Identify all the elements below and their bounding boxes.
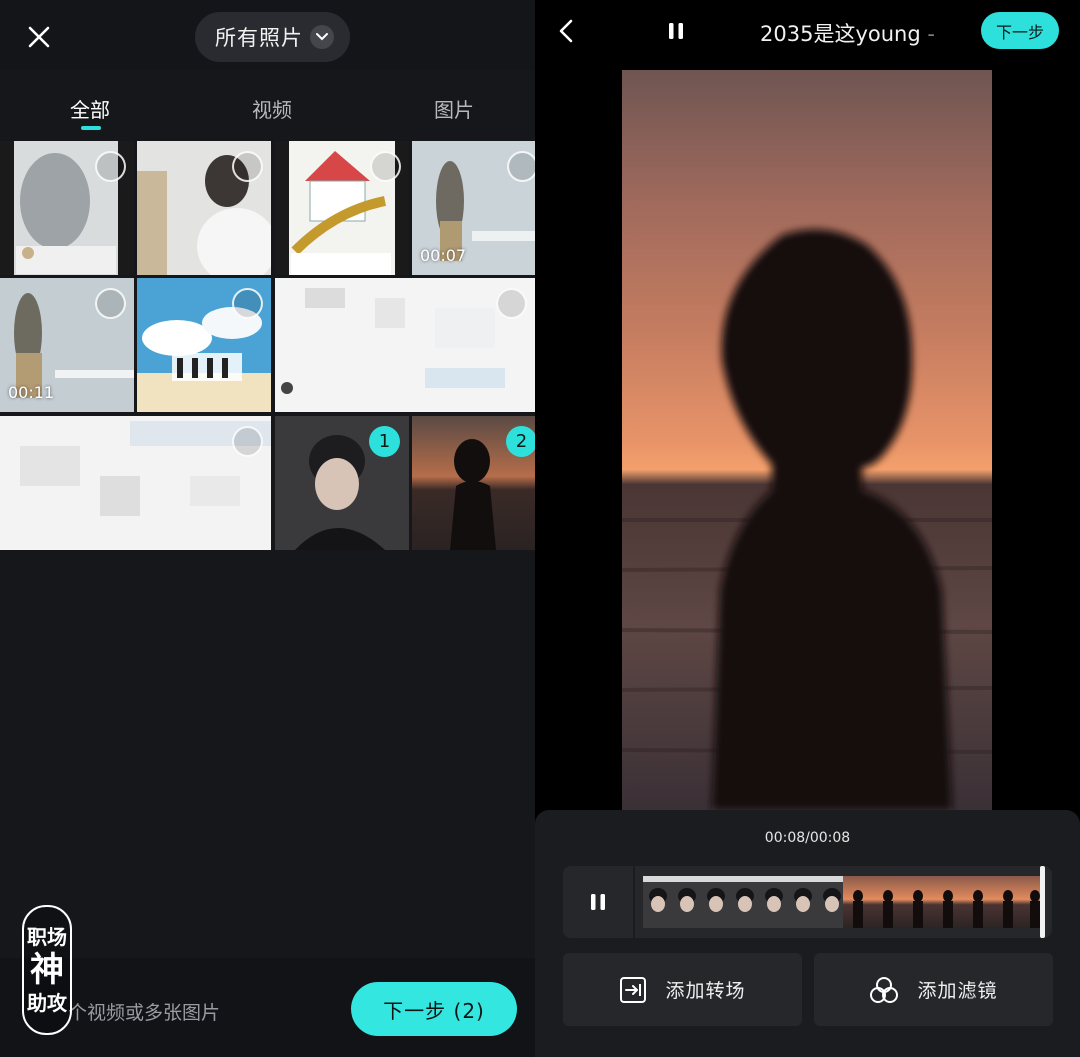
next-step-button[interactable]: 下一步 (2) [351,982,517,1036]
music-title-overflow: - [920,22,935,46]
album-selector[interactable]: 所有照片 [195,12,350,62]
media-thumbnail[interactable] [0,416,271,550]
select-circle[interactable] [232,426,263,457]
timeline-pause-button[interactable] [563,866,633,938]
media-thumbnail[interactable]: 1 [275,416,409,550]
tab-image[interactable]: 图片 [434,94,474,123]
timeline-track[interactable] [635,866,1052,938]
selection-order-badge[interactable]: 1 [369,426,400,457]
media-thumbnail[interactable] [0,141,134,275]
select-circle[interactable] [370,151,401,182]
selection-order-badge[interactable]: 2 [506,426,535,457]
time-readout: 00:08/00:08 [764,830,851,846]
media-thumbnail[interactable] [275,141,409,275]
timeline-thumbnails [643,876,1043,928]
timeline-frames [643,876,1043,928]
preview-image [622,70,992,810]
transition-icon [620,976,647,1003]
pause-icon[interactable] [667,22,685,40]
editor-pane: 2035是这young - 下一步 00:08/00:08 添加转场 添加滤镜 [535,0,1080,1057]
add-transition-button[interactable]: 添加转场 [563,953,802,1026]
next-step-button[interactable]: 下一步 [981,12,1059,49]
select-circle[interactable] [232,151,263,182]
select-circle[interactable] [507,151,535,182]
music-title-text: 2035是这young [760,22,921,46]
media-type-tabs: 全部 视频 图片 [0,70,535,140]
media-thumbnail[interactable] [137,141,271,275]
media-thumbnail[interactable]: 00:07 [412,141,535,275]
album-selector-label: 所有照片 [215,26,303,50]
tab-video[interactable]: 视频 [252,94,292,123]
add-filter-label: 添加滤镜 [917,980,998,1002]
picker-header: 所有照片 [0,0,535,70]
media-thumbnail[interactable]: 00:11 [0,278,134,412]
video-duration: 00:11 [8,383,55,402]
media-picker-pane: 所有照片 全部 视频 图片 00:07 00:11 1 2 个视频或多张图片 下… [0,0,535,1057]
thumbnail-image [0,416,271,550]
media-thumbnail[interactable] [275,278,535,412]
tab-all[interactable]: 全部 [70,94,110,123]
chevron-down-icon [310,25,334,49]
watermark-line: 职场 [27,925,67,949]
active-tab-indicator [81,126,101,130]
media-thumbnail[interactable]: 2 [412,416,535,550]
filter-icon [870,976,899,1003]
watermark-line: 助攻 [27,991,67,1015]
selection-hint: 个视频或多张图片 [68,1002,221,1024]
video-duration: 00:07 [420,246,467,265]
back-arrow-icon[interactable] [555,18,577,44]
editor-header: 2035是这young - 下一步 [535,0,1080,70]
add-transition-label: 添加转场 [665,980,746,1002]
close-icon[interactable] [24,22,54,52]
editor-bottom-panel: 00:08/00:08 添加转场 添加滤镜 [535,810,1080,1057]
watermark-logo: 职场 神 助攻 [22,905,72,1035]
pause-icon [591,894,605,910]
select-circle[interactable] [95,288,126,319]
video-preview[interactable] [622,70,992,810]
music-title[interactable]: 2035是这young - [760,18,935,48]
media-thumbnail[interactable] [137,278,271,412]
media-grid: 00:07 00:11 1 2 [0,141,535,551]
add-filter-button[interactable]: 添加滤镜 [814,953,1053,1026]
timeline-end-handle[interactable] [1040,866,1045,938]
select-circle[interactable] [232,288,263,319]
select-circle[interactable] [95,151,126,182]
watermark-line: 神 [30,950,64,990]
select-circle[interactable] [496,288,527,319]
